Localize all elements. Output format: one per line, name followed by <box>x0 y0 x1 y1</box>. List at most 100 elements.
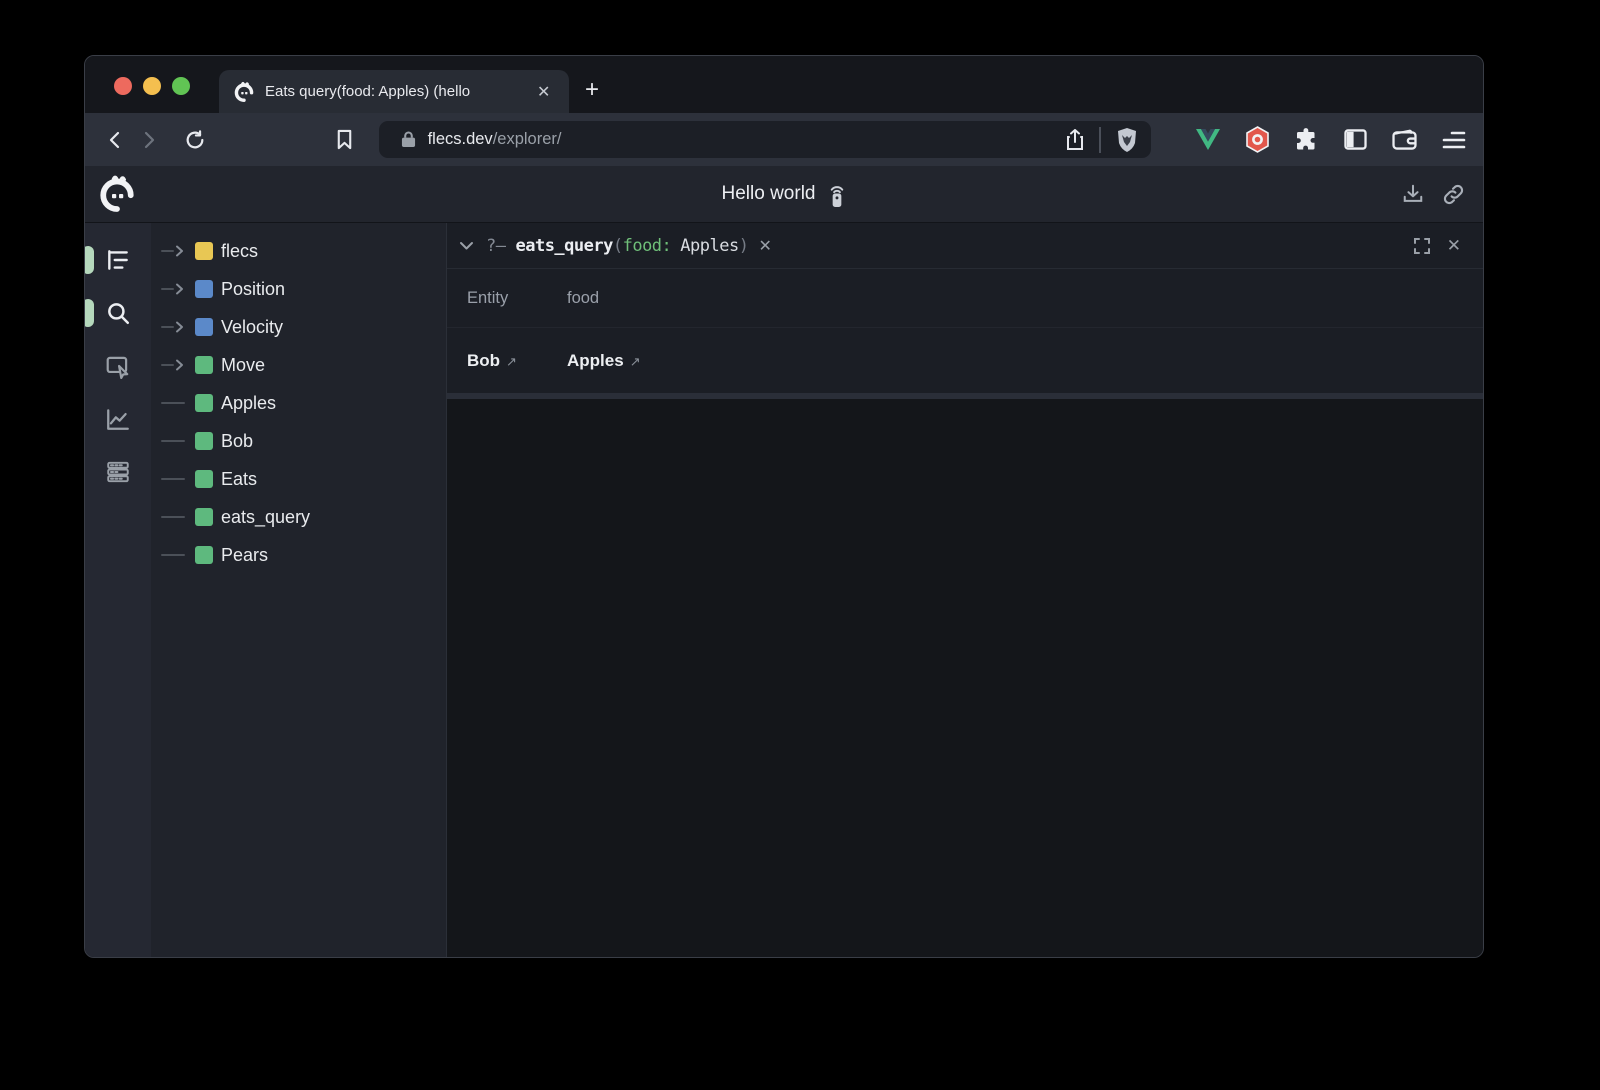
query-arg-name: food: <box>623 236 672 256</box>
tree-item-label: Move <box>221 355 265 376</box>
result-table-body: Bob ↗ Apples ↗ <box>447 328 1483 393</box>
entity-color-swatch <box>195 356 213 374</box>
wallet-icon[interactable] <box>1391 127 1417 153</box>
tab-close-icon[interactable]: ✕ <box>537 82 550 102</box>
open-entity-arrow-icon[interactable]: ↗ <box>506 354 517 370</box>
new-tab-button[interactable]: + <box>585 78 599 102</box>
panel-close-icon[interactable]: ✕ <box>1447 236 1461 256</box>
cell-food[interactable]: Apples ↗ <box>567 351 641 371</box>
tree-item-label: Apples <box>221 393 276 414</box>
reload-button[interactable] <box>178 123 212 157</box>
browser-toolbar: flecs.dev /explorer/ <box>85 113 1483 166</box>
tree-item-Pears[interactable]: Pears <box>151 536 446 574</box>
download-icon[interactable] <box>1402 183 1424 206</box>
data-rows-icon[interactable] <box>105 459 131 485</box>
query-name[interactable]: eats_query <box>515 236 612 256</box>
tree-connector <box>161 478 195 480</box>
entity-color-swatch <box>195 546 213 564</box>
tree-item-eats_query[interactable]: eats_query <box>151 498 446 536</box>
tree-item-Eats[interactable]: Eats <box>151 460 446 498</box>
divider <box>1099 127 1101 153</box>
entity-link-label[interactable]: Apples <box>567 351 624 371</box>
brave-shield-icon[interactable] <box>1115 127 1139 153</box>
tab-strip: Eats query(food: Apples) (hello ✕ + <box>85 56 1483 113</box>
hexagon-extension-icon[interactable] <box>1244 127 1270 153</box>
link-icon[interactable] <box>1442 183 1465 206</box>
tree-item-Position[interactable]: Position <box>151 270 446 308</box>
tree-item-Apples[interactable]: Apples <box>151 384 446 422</box>
inspector-icon[interactable] <box>105 353 131 379</box>
table-row: Bob ↗ Apples ↗ <box>447 328 1483 393</box>
window-controls <box>114 77 190 95</box>
vue-devtools-extension-icon[interactable] <box>1195 127 1221 153</box>
explorer-content: flecs PositionVelocity Move Apples Bob Eats ea… <box>85 223 1483 958</box>
tree-item-label: eats_query <box>221 507 310 528</box>
entity-color-swatch <box>195 508 213 526</box>
browser-window: Eats query(food: Apples) (hello ✕ + flec… <box>84 55 1484 958</box>
column-header-food: food <box>567 289 599 308</box>
bookmark-icon[interactable] <box>328 123 362 157</box>
query-search-icon[interactable] <box>105 300 131 326</box>
minimize-window-button[interactable] <box>143 77 161 95</box>
address-bar[interactable]: flecs.dev /explorer/ <box>379 121 1152 158</box>
panel-resize-handle[interactable] <box>447 393 1483 399</box>
entity-tree-panel: flecs PositionVelocity Move Apples Bob Eats ea… <box>151 223 446 958</box>
entity-color-swatch <box>195 470 213 488</box>
query-panel: ?– eats_query ( food: Apples ) ✕ ✕ En <box>447 223 1483 399</box>
tree-connector <box>161 554 195 556</box>
browser-tab[interactable]: Eats query(food: Apples) (hello ✕ <box>219 70 569 113</box>
tab-title: Eats query(food: Apples) (hello <box>265 83 533 100</box>
entity-tree-icon[interactable] <box>105 247 131 273</box>
stats-chart-icon[interactable] <box>105 406 131 432</box>
url-host: flecs.dev <box>428 130 493 149</box>
tree-item-label: Pears <box>221 545 268 566</box>
entity-color-swatch <box>195 318 213 336</box>
collapse-chevron-icon[interactable] <box>459 241 474 251</box>
query-header: ?– eats_query ( food: Apples ) ✕ ✕ <box>447 223 1483 269</box>
lock-icon <box>401 131 416 148</box>
tree-item-flecs[interactable]: flecs <box>151 232 446 270</box>
explorer-header: Hello world <box>85 166 1483 223</box>
tree-item-label: Eats <box>221 469 257 490</box>
cell-entity[interactable]: Bob ↗ <box>467 351 567 371</box>
expand-chevron-icon[interactable] <box>161 283 195 295</box>
sidebar-toggle-icon[interactable] <box>1342 127 1368 153</box>
tree-item-Velocity[interactable]: Velocity <box>151 308 446 346</box>
query-close-paren: ) <box>739 236 749 256</box>
remote-connection-icon <box>828 181 846 208</box>
column-header-entity: Entity <box>467 289 567 308</box>
entity-link-label[interactable]: Bob <box>467 351 500 371</box>
entity-color-swatch <box>195 394 213 412</box>
entity-color-swatch <box>195 432 213 450</box>
query-open-paren: ( <box>613 236 623 256</box>
tree-item-label: Bob <box>221 431 253 452</box>
tree-item-Move[interactable]: Move <box>151 346 446 384</box>
extensions-puzzle-icon[interactable] <box>1293 127 1319 153</box>
expand-chevron-icon[interactable] <box>161 321 195 333</box>
url-path: /explorer/ <box>493 130 562 149</box>
result-table-header: Entity food <box>447 269 1483 328</box>
tree-item-Bob[interactable]: Bob <box>151 422 446 460</box>
query-arg-value: Apples <box>680 236 738 256</box>
active-panel-indicator <box>84 246 94 274</box>
tree-connector <box>161 440 195 442</box>
browser-menu-icon[interactable] <box>1441 127 1467 153</box>
main-panel: ?– eats_query ( food: Apples ) ✕ ✕ En <box>446 223 1483 958</box>
tree-connector <box>161 516 195 518</box>
tree-item-label: flecs <box>221 241 258 262</box>
zoom-window-button[interactable] <box>172 77 190 95</box>
expand-chevron-icon[interactable] <box>161 245 195 257</box>
back-button[interactable] <box>98 123 132 157</box>
fullscreen-icon[interactable] <box>1413 237 1431 255</box>
flecs-favicon <box>233 81 255 103</box>
query-clear-icon[interactable]: ✕ <box>758 236 771 256</box>
open-entity-arrow-icon[interactable]: ↗ <box>630 354 641 370</box>
entity-color-swatch <box>195 242 213 260</box>
close-window-button[interactable] <box>114 77 132 95</box>
share-icon[interactable] <box>1065 123 1085 157</box>
expand-chevron-icon[interactable] <box>161 359 195 371</box>
forward-button[interactable] <box>132 123 166 157</box>
entity-color-swatch <box>195 280 213 298</box>
tree-connector <box>161 402 195 404</box>
world-title: Hello world <box>722 183 816 205</box>
